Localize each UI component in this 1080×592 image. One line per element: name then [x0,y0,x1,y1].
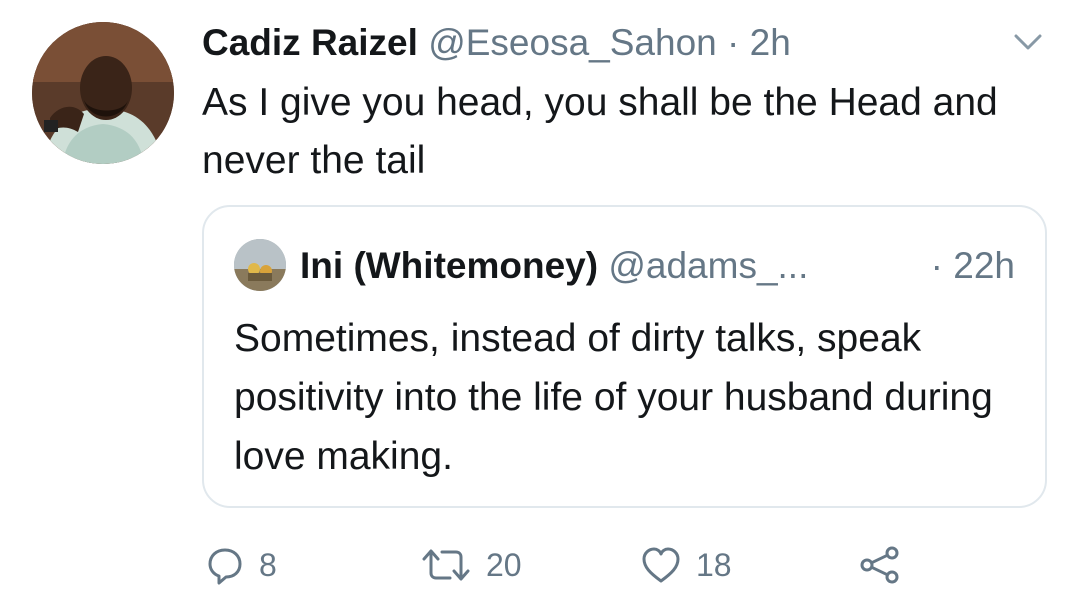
quoted-author-handle: @adams_... [608,245,809,286]
share-button[interactable] [858,540,902,590]
quoted-tweet-header: Ini (Whitemoney) @adams_... [300,241,808,291]
like-button[interactable]: 18 [640,540,732,590]
retweet-button[interactable]: 20 [420,540,522,590]
tweet[interactable]: Cadiz Raizel @Eseosa_Sahon · 2h As I giv… [0,0,1080,592]
author-avatar[interactable] [32,22,174,164]
retweet-count: 20 [486,546,522,583]
author-display-name[interactable]: Cadiz Raizel [202,22,418,63]
retweet-icon [422,549,470,581]
tweet-timestamp[interactable]: 2h [750,22,791,63]
tweet-header: Cadiz Raizel @Eseosa_Sahon · 2h [202,18,791,68]
reply-button[interactable]: 8 [205,540,277,590]
share-icon [860,546,899,584]
tweet-text: As I give you head, you shall be the Hea… [202,81,998,182]
quoted-tweet-text: Sometimes, instead of dirty talks, speak… [234,317,993,478]
chevron-down-icon[interactable] [1010,30,1046,54]
heart-icon [642,547,680,583]
quoted-author-display-name: Ini (Whitemoney) [300,245,599,286]
quoted-tweet-timestamp: · 22h [931,241,1015,291]
reply-count: 8 [259,546,277,583]
quoted-separator-dot: · [930,245,954,286]
quoted-author-avatar [234,239,286,291]
reply-icon [208,548,242,585]
quoted-tweet[interactable]: Ini (Whitemoney) @adams_... · 22h Someti… [202,205,1047,508]
quoted-tweet-time: 22h [953,245,1015,286]
separator-dot: · [716,22,750,63]
tweet-actions: 8 20 18 [0,540,1080,590]
like-count: 18 [696,546,732,583]
author-handle[interactable]: @Eseosa_Sahon [428,22,717,63]
